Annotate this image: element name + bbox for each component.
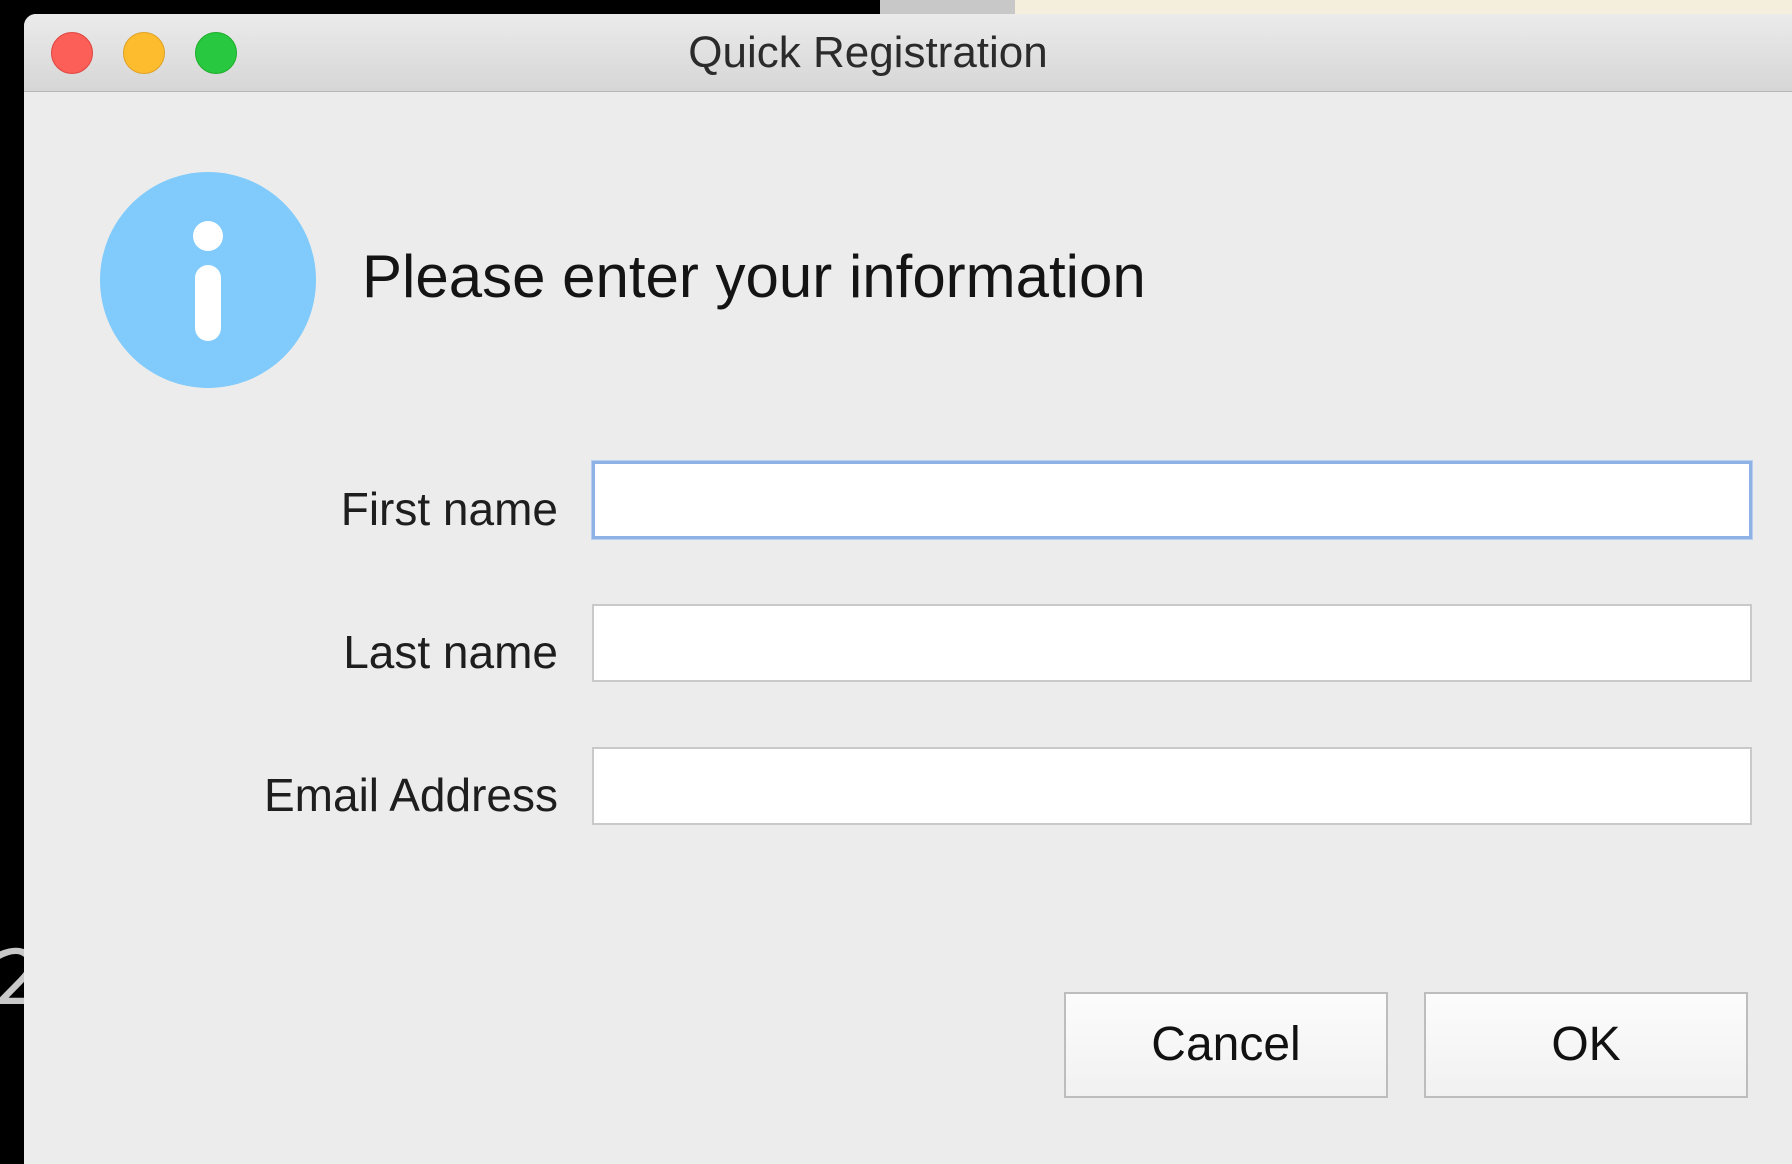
info-icon [100,172,316,388]
window-title: Quick Registration [688,28,1048,77]
background-window-strip-cream [1015,0,1792,14]
ok-button[interactable]: OK [1424,992,1748,1098]
email-address-label: Email Address [263,769,558,821]
last-name-label: Last name [343,626,558,678]
last-name-input[interactable] [592,604,1752,682]
dialog-window: Quick Registration Please enter your inf… [24,14,1792,1164]
first-name-input[interactable] [592,461,1752,539]
first-name-label: First name [340,483,558,535]
background-window-strip [880,0,1015,14]
title-bar[interactable]: Quick Registration [24,14,1792,92]
email-address-input[interactable] [592,747,1752,825]
cancel-button[interactable]: Cancel [1064,992,1388,1098]
dialog-message: Please enter your information [362,243,1146,310]
